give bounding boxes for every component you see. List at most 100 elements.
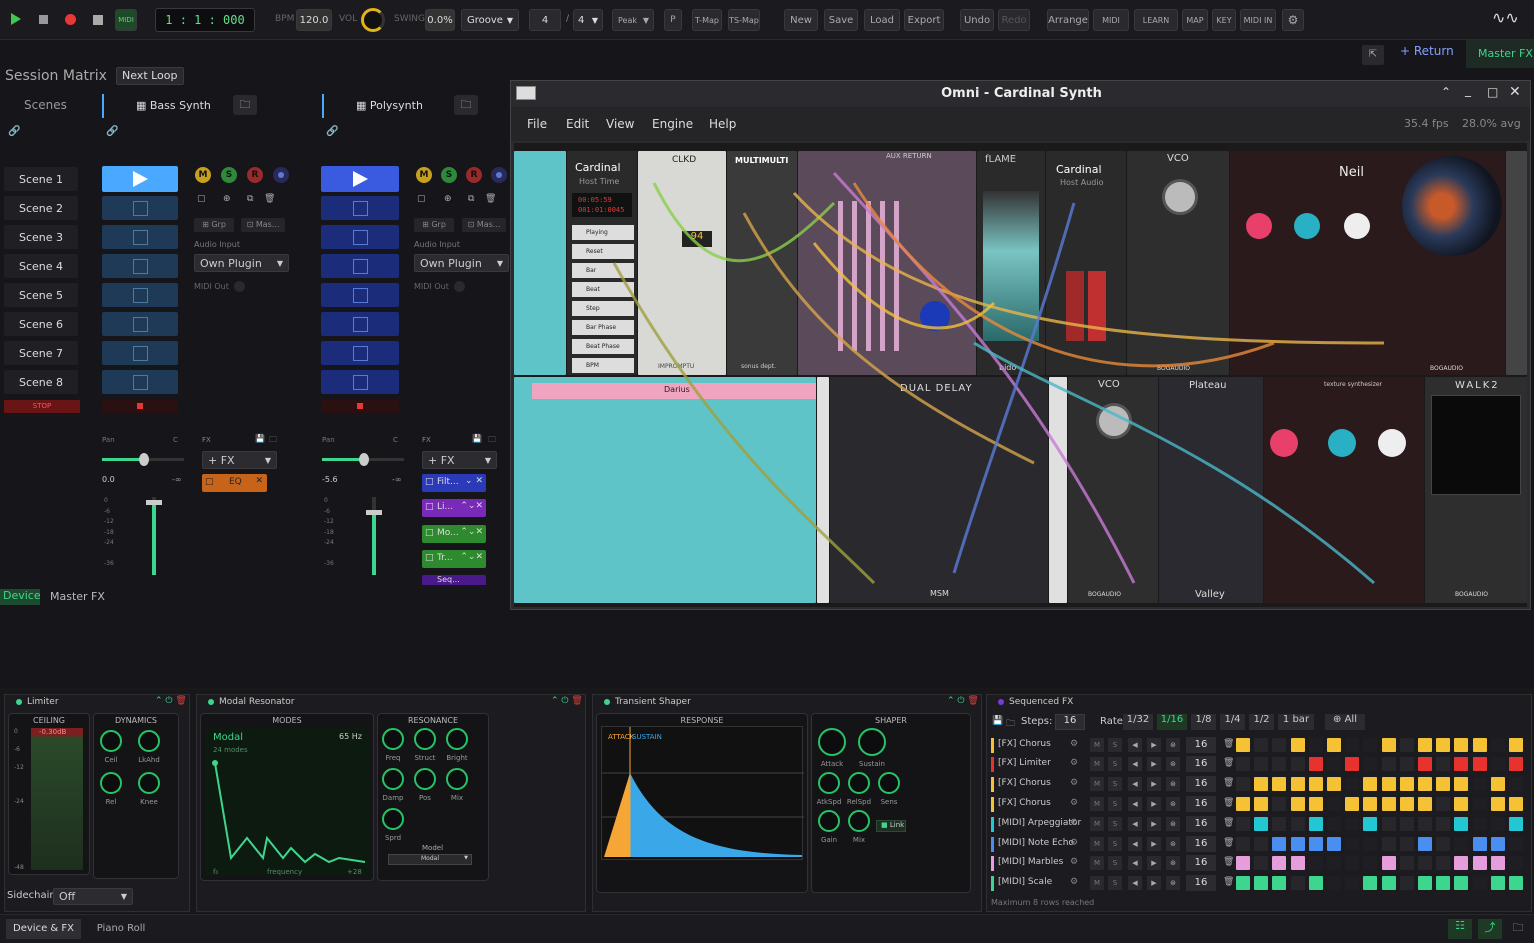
clip-slot[interactable] — [102, 341, 178, 365]
arrow-left-icon[interactable]: ◀ — [1128, 817, 1142, 831]
fx-slot-seq[interactable]: Seq... — [422, 575, 486, 585]
map-button[interactable]: MAP — [1182, 9, 1208, 31]
step-cell[interactable] — [1418, 876, 1432, 890]
step-cell[interactable] — [1454, 797, 1469, 811]
step-cell[interactable] — [1236, 797, 1250, 811]
step-cell[interactable] — [1509, 837, 1523, 851]
next-loop-button[interactable]: Next Loop — [116, 67, 184, 85]
arrow-right-icon[interactable]: ▶ — [1147, 876, 1161, 890]
ceil-knob[interactable] — [100, 730, 122, 752]
globe-icon[interactable]: ⊕ — [444, 194, 452, 204]
sustain-knob[interactable] — [858, 728, 886, 756]
mute-button[interactable]: M — [1090, 876, 1104, 890]
step-cell[interactable] — [1399, 856, 1414, 870]
settings-gear-icon[interactable]: ⚙ — [1282, 9, 1304, 31]
tsmap-button[interactable]: TS-Map — [728, 9, 760, 31]
clip-slot[interactable] — [321, 312, 399, 336]
step-cell[interactable] — [1345, 757, 1360, 771]
tmap-button[interactable]: T-Map — [692, 9, 722, 31]
step-count[interactable]: 16 — [1186, 776, 1216, 792]
gear-icon[interactable]: ⚙ — [1070, 778, 1078, 788]
redo-button[interactable]: Redo — [998, 9, 1030, 31]
solo-button[interactable]: S — [1108, 777, 1122, 791]
menu-help[interactable]: Help — [709, 117, 736, 131]
master-volume-knob[interactable] — [361, 8, 385, 32]
new-button[interactable]: New — [784, 9, 818, 31]
step-cell[interactable] — [1363, 777, 1378, 791]
sidechain-select[interactable]: Off ▼ — [53, 888, 133, 905]
duplicate-icon[interactable]: ⧉ — [247, 194, 253, 204]
step-cell[interactable] — [1509, 738, 1523, 752]
trash-icon[interactable]: 🗑 — [1223, 857, 1234, 867]
pan-slider[interactable] — [322, 453, 404, 466]
step-cell[interactable] — [1490, 856, 1505, 870]
gear-icon[interactable]: ⚙ — [1070, 758, 1078, 768]
step-cell[interactable] — [1509, 797, 1523, 811]
solo-button[interactable]: S — [221, 167, 237, 183]
learn-button[interactable]: LEARN — [1134, 9, 1178, 31]
scene-8[interactable]: Scene 8 — [4, 370, 78, 394]
step-cell[interactable] — [1236, 817, 1250, 831]
folder-icon[interactable]: 🗀 — [269, 434, 277, 448]
step-cell[interactable] — [1381, 738, 1396, 752]
solo-button[interactable]: S — [1108, 757, 1122, 771]
step-cell[interactable] — [1236, 757, 1250, 771]
step-cell[interactable] — [1345, 876, 1360, 890]
device-fx-tab[interactable]: Device & FX — [6, 919, 81, 939]
step-cell[interactable] — [1327, 817, 1341, 831]
step-cell[interactable] — [1290, 777, 1305, 791]
link-icon[interactable]: 🔗 — [326, 126, 338, 137]
mute-button[interactable]: M — [1090, 856, 1104, 870]
input-dot-button[interactable] — [491, 167, 507, 183]
popout-icon[interactable]: ⇱ — [1362, 45, 1384, 65]
step-count[interactable]: 16 — [1186, 756, 1216, 772]
step-cell[interactable] — [1436, 797, 1451, 811]
p-button[interactable]: P — [664, 9, 682, 31]
globe-icon[interactable]: ⊕ — [223, 194, 239, 208]
rate-1-4[interactable]: 1/4 — [1220, 714, 1245, 730]
solo-button[interactable]: S — [1108, 837, 1122, 851]
rate-1-2[interactable]: 1/2 — [1249, 714, 1274, 730]
random-icon[interactable]: ⊛ — [1166, 817, 1180, 831]
step-cell[interactable] — [1308, 856, 1323, 870]
clip-slot[interactable] — [321, 254, 399, 278]
step-cell[interactable] — [1363, 876, 1378, 890]
gear-icon[interactable]: ⚙ — [1070, 798, 1078, 808]
peak-select[interactable]: Peak ▼ — [612, 9, 654, 31]
fx-slot-eq[interactable]: □ EQ ✕ — [202, 474, 267, 492]
close-icon[interactable]: ✕ — [1509, 84, 1521, 100]
step-cell[interactable] — [1436, 837, 1451, 851]
rate-1-32[interactable]: 1/32 — [1123, 714, 1153, 730]
clip-slot[interactable] — [321, 341, 399, 365]
clip-icon[interactable]: ▢ — [197, 194, 213, 208]
step-cell[interactable] — [1363, 757, 1378, 771]
mix-knob[interactable] — [446, 768, 468, 790]
save-icon[interactable]: 💾 — [472, 434, 482, 443]
step-cell[interactable] — [1490, 757, 1505, 771]
track-name[interactable]: ▦ Bass Synth — [136, 99, 211, 112]
model-select[interactable]: Modal ▼ — [388, 854, 472, 865]
step-cell[interactable] — [1472, 797, 1487, 811]
step-cell[interactable] — [1327, 837, 1341, 851]
midi-toggle[interactable]: MIDI — [115, 9, 137, 31]
step-cell[interactable] — [1254, 738, 1269, 752]
solo-button[interactable]: S — [441, 167, 457, 183]
arrow-right-icon[interactable]: ▶ — [1147, 817, 1161, 831]
knee-knob[interactable] — [138, 772, 160, 794]
clip-slot[interactable] — [102, 254, 178, 278]
group-button[interactable]: ⊞ Grp — [414, 218, 454, 232]
step-cell[interactable] — [1436, 856, 1451, 870]
fader-handle[interactable] — [146, 500, 162, 505]
monitor-button[interactable]: M — [416, 167, 432, 183]
pan-handle[interactable] — [139, 453, 149, 466]
step-cell[interactable] — [1399, 797, 1414, 811]
step-cell[interactable] — [1308, 876, 1323, 890]
attack-speed-knob[interactable] — [818, 772, 840, 794]
step-cell[interactable] — [1399, 777, 1414, 791]
release-speed-knob[interactable] — [848, 772, 870, 794]
step-cell[interactable] — [1509, 876, 1523, 890]
step-cell[interactable] — [1454, 738, 1469, 752]
step-cell[interactable] — [1308, 837, 1323, 851]
gear-icon[interactable]: ⚙ — [1070, 818, 1078, 828]
step-count[interactable]: 16 — [1186, 875, 1216, 891]
